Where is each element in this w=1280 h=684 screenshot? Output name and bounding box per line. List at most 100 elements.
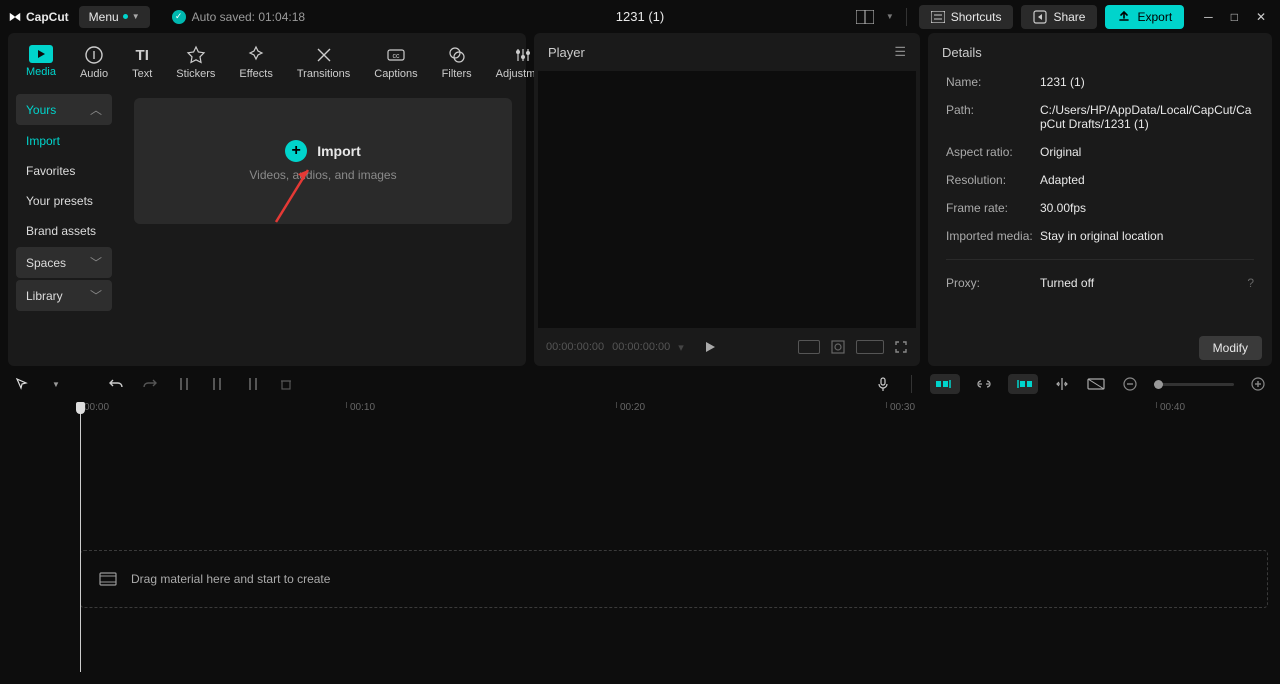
filters-icon (447, 45, 467, 65)
pointer-tool[interactable] (12, 374, 32, 394)
crop-icon[interactable] (830, 339, 846, 355)
link-button[interactable] (974, 374, 994, 394)
detail-value: Turned off (1040, 276, 1247, 290)
shortcuts-button[interactable]: Shortcuts (919, 5, 1014, 29)
help-icon[interactable]: ? (1247, 276, 1254, 290)
player-viewport[interactable] (538, 71, 916, 328)
chevron-down-icon: ▼ (132, 12, 140, 21)
share-icon (1033, 10, 1047, 24)
chevron-down-icon[interactable]: ▾ (678, 341, 684, 354)
redo-button[interactable] (140, 374, 160, 394)
sidebar-item-favorites[interactable]: Favorites (16, 157, 112, 185)
tab-audio[interactable]: Audio (70, 39, 118, 86)
player-menu-icon[interactable]: ☰ (894, 44, 906, 60)
tab-label: Captions (374, 68, 417, 80)
magnet-left-button[interactable] (930, 374, 960, 394)
sidebar-item-brand[interactable]: Brand assets (16, 217, 112, 245)
effects-icon (246, 45, 266, 65)
share-button[interactable]: Share (1021, 5, 1097, 29)
player-controls: 00:00:00:00 00:00:00:00 ▾ (534, 328, 920, 366)
app-logo: CapCut (8, 10, 69, 24)
window-controls: ─ □ ✕ (1204, 10, 1272, 24)
transitions-icon (314, 45, 334, 65)
tab-label: Text (132, 68, 152, 80)
play-button[interactable] (698, 335, 722, 359)
export-button[interactable]: Export (1105, 5, 1184, 29)
tab-label: Media (26, 66, 56, 78)
detail-name: Name:1231 (1) (946, 75, 1254, 89)
timeline-ruler[interactable]: 00:00 00:10 00:20 00:30 00:40 (0, 402, 1280, 424)
ratio-button[interactable] (798, 340, 820, 354)
modify-button[interactable]: Modify (1199, 336, 1262, 360)
maximize-button[interactable]: □ (1231, 10, 1238, 24)
mic-button[interactable] (873, 374, 893, 394)
timeline-tracks[interactable]: Drag material here and start to create (80, 432, 1268, 676)
sidebar-item-yours[interactable]: Yours ︿ (16, 94, 112, 125)
text-icon: TI (132, 45, 152, 65)
media-icon (29, 45, 53, 63)
tab-transitions[interactable]: Transitions (287, 39, 360, 86)
tab-label: Effects (239, 68, 272, 80)
keyboard-icon (931, 11, 945, 23)
sidebar-item-import[interactable]: Import (16, 127, 112, 155)
player-title: Player (548, 45, 585, 60)
sidebar-label: Library (26, 289, 63, 303)
capcut-icon (8, 10, 22, 24)
tab-effects[interactable]: Effects (229, 39, 282, 86)
modify-label: Modify (1213, 341, 1248, 355)
share-label: Share (1053, 10, 1085, 24)
preview-button[interactable] (1086, 374, 1106, 394)
trim-right-button[interactable] (242, 374, 262, 394)
frame-size-button[interactable] (856, 340, 884, 354)
import-row: + Import (285, 140, 361, 162)
chevron-down-icon[interactable]: ▼ (886, 12, 894, 21)
sidebar-item-spaces[interactable]: Spaces ﹀ (16, 247, 112, 278)
detail-value: 30.00fps (1040, 201, 1254, 215)
tab-stickers[interactable]: Stickers (166, 39, 225, 86)
audio-icon (84, 45, 104, 65)
menu-dot-icon (123, 14, 128, 19)
svg-text:cc: cc (392, 53, 400, 60)
delete-button[interactable] (276, 374, 296, 394)
timeline-panel[interactable]: Drag material here and start to create (0, 424, 1280, 684)
detail-value: Adapted (1040, 173, 1254, 187)
chevron-up-icon: ︿ (90, 101, 102, 118)
undo-button[interactable] (106, 374, 126, 394)
tab-filters[interactable]: Filters (432, 39, 482, 86)
trim-left-button[interactable] (208, 374, 228, 394)
chevron-down-icon[interactable]: ▼ (46, 374, 66, 394)
zoom-slider[interactable] (1154, 383, 1234, 386)
shortcuts-label: Shortcuts (951, 10, 1002, 24)
layout-icon[interactable] (852, 6, 878, 28)
menu-button[interactable]: Menu ▼ (79, 6, 150, 28)
minimize-button[interactable]: ─ (1204, 10, 1213, 24)
time-total: 00:00:00:00 (612, 341, 670, 353)
check-icon: ✓ (172, 10, 186, 24)
close-button[interactable]: ✕ (1256, 10, 1266, 24)
fullscreen-icon[interactable] (894, 340, 908, 354)
tab-media[interactable]: Media (16, 39, 66, 86)
split-button[interactable] (174, 374, 194, 394)
details-header: Details (928, 33, 1272, 71)
magnet-right-button[interactable] (1008, 374, 1038, 394)
plus-icon: + (285, 140, 307, 162)
sidebar-label: Yours (26, 103, 56, 117)
detail-label: Frame rate: (946, 201, 1040, 215)
zoom-out-button[interactable] (1120, 374, 1140, 394)
tab-text[interactable]: TI Text (122, 39, 162, 86)
detail-label: Name: (946, 75, 1040, 89)
import-dropzone[interactable]: + Import Videos, audios, and images (134, 98, 512, 224)
timeline-drop-hint[interactable]: Drag material here and start to create (80, 550, 1268, 608)
tab-captions[interactable]: cc Captions (364, 39, 427, 86)
zoom-in-button[interactable] (1248, 374, 1268, 394)
playhead-handle[interactable] (76, 402, 85, 414)
sidebar-item-library[interactable]: Library ﹀ (16, 280, 112, 311)
sidebar-label: Import (26, 134, 60, 148)
app-name: CapCut (26, 10, 69, 24)
divider (946, 259, 1254, 260)
ruler-ticks: 00:00 00:10 00:20 00:30 00:40 (80, 402, 1280, 424)
sidebar-item-presets[interactable]: Your presets (16, 187, 112, 215)
main-area: Media Audio TI Text Stickers Effects Tra… (0, 33, 1280, 366)
drop-hint-text: Drag material here and start to create (131, 572, 330, 586)
align-button[interactable] (1052, 374, 1072, 394)
